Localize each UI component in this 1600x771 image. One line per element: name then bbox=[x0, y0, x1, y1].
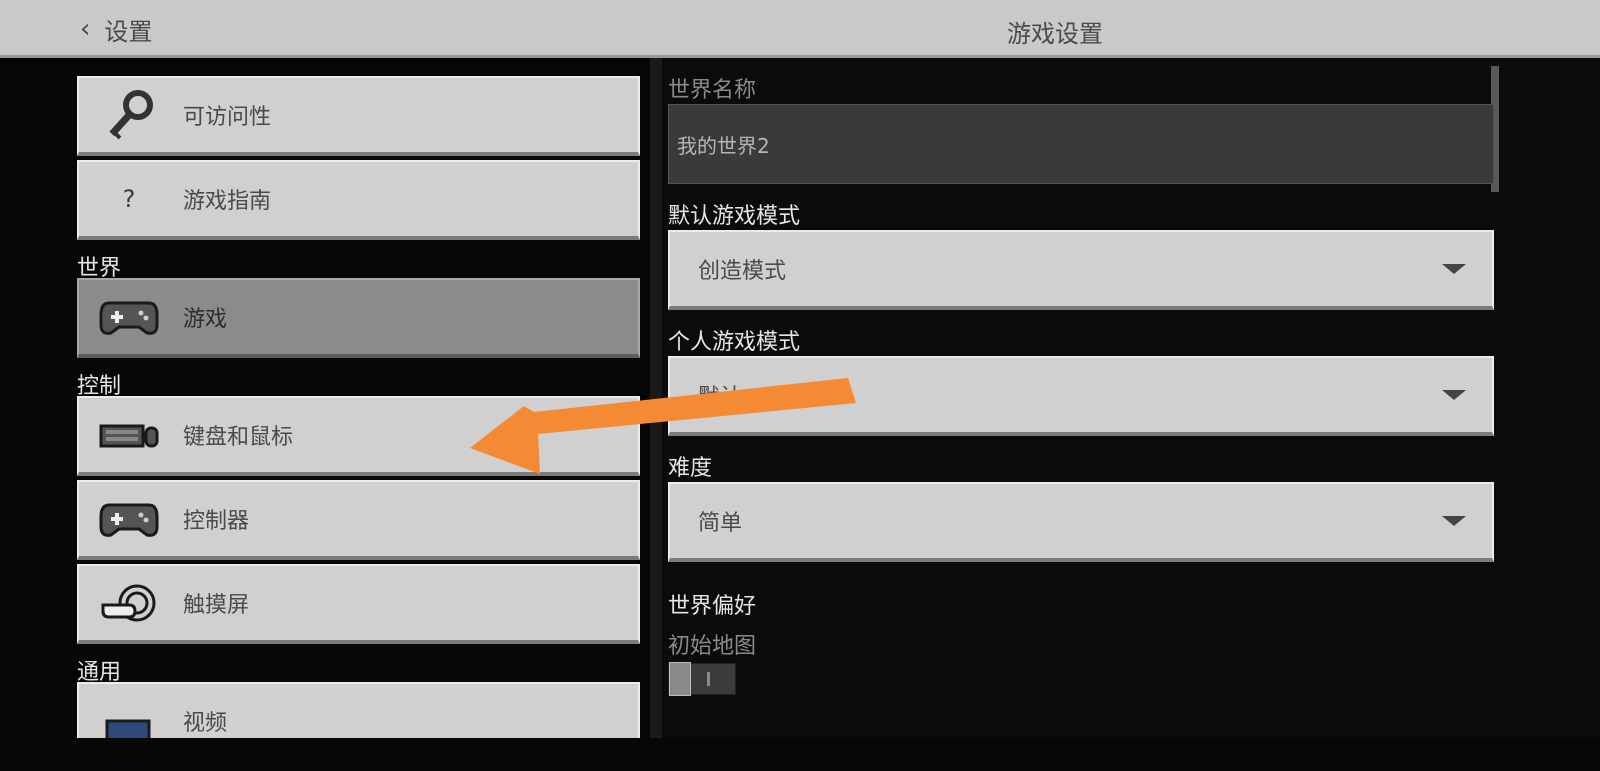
gamepad-icon bbox=[97, 491, 161, 547]
chevron-down-icon bbox=[1442, 264, 1466, 274]
sidebar-item-label: 可访问性 bbox=[183, 105, 272, 130]
chevron-down-icon bbox=[1442, 390, 1466, 400]
difficulty-value: 简单 bbox=[698, 511, 743, 536]
sidebar-item-game[interactable]: 游戏 bbox=[77, 278, 640, 358]
world-name-label: 世界名称 bbox=[668, 78, 757, 103]
world-preferences-heading: 世界偏好 bbox=[668, 594, 757, 619]
sidebar-item-accessibility[interactable]: 可访问性 bbox=[77, 76, 640, 156]
gamepad-icon bbox=[97, 289, 161, 345]
default-mode-dropdown[interactable]: 创造模式 bbox=[668, 230, 1494, 310]
difficulty-label: 难度 bbox=[668, 456, 713, 481]
toggle-knob bbox=[669, 662, 691, 696]
sidebar-item-video[interactable]: 视频 bbox=[77, 682, 640, 738]
default-mode-value: 创造模式 bbox=[698, 259, 787, 284]
question-icon: ? bbox=[122, 185, 136, 213]
page-title: 游戏设置 bbox=[1007, 20, 1103, 48]
world-name-input[interactable]: 我的世界2 bbox=[668, 104, 1494, 184]
sidebar-item-game-guide[interactable]: ? 游戏指南 bbox=[77, 160, 640, 240]
top-bar: ‹ 设置 游戏设置 bbox=[0, 0, 1600, 58]
sidebar-item-label: 游戏指南 bbox=[183, 189, 272, 214]
panel-divider bbox=[650, 58, 662, 738]
default-mode-label: 默认游戏模式 bbox=[668, 204, 801, 229]
personal-mode-label: 个人游戏模式 bbox=[668, 330, 801, 355]
keyboard-mouse-icon bbox=[97, 407, 161, 463]
key-icon bbox=[97, 87, 161, 143]
touch-icon bbox=[97, 575, 161, 631]
chevron-down-icon bbox=[1442, 516, 1466, 526]
sidebar-item-label: 控制器 bbox=[183, 509, 250, 534]
toggle-off-indicator bbox=[707, 672, 710, 686]
starting-map-toggle[interactable] bbox=[668, 662, 736, 696]
sidebar-item-label: 触摸屏 bbox=[183, 593, 250, 618]
personal-mode-dropdown[interactable]: 默认 bbox=[668, 356, 1494, 436]
sidebar-item-controller[interactable]: 控制器 bbox=[77, 480, 640, 560]
difficulty-dropdown[interactable]: 简单 bbox=[668, 482, 1494, 562]
settings-sidebar: 可访问性 ? 游戏指南 世界 游戏 控制 键盘和鼠标 控制器 触摸屏 通用 视频 bbox=[0, 58, 650, 738]
bottom-strip bbox=[0, 738, 1600, 771]
monitor-icon bbox=[97, 693, 161, 738]
sidebar-item-label: 游戏 bbox=[183, 307, 228, 332]
sidebar-item-keyboard-mouse[interactable]: 键盘和鼠标 bbox=[77, 396, 640, 476]
sidebar-item-label: 键盘和鼠标 bbox=[183, 425, 294, 450]
starting-map-label: 初始地图 bbox=[668, 634, 757, 659]
sidebar-item-touchscreen[interactable]: 触摸屏 bbox=[77, 564, 640, 644]
sidebar-item-label: 视频 bbox=[183, 711, 228, 736]
game-settings-panel: 世界名称 我的世界2 默认游戏模式 创造模式 个人游戏模式 默认 难度 简单 世… bbox=[662, 58, 1600, 738]
personal-mode-value: 默认 bbox=[698, 385, 743, 410]
